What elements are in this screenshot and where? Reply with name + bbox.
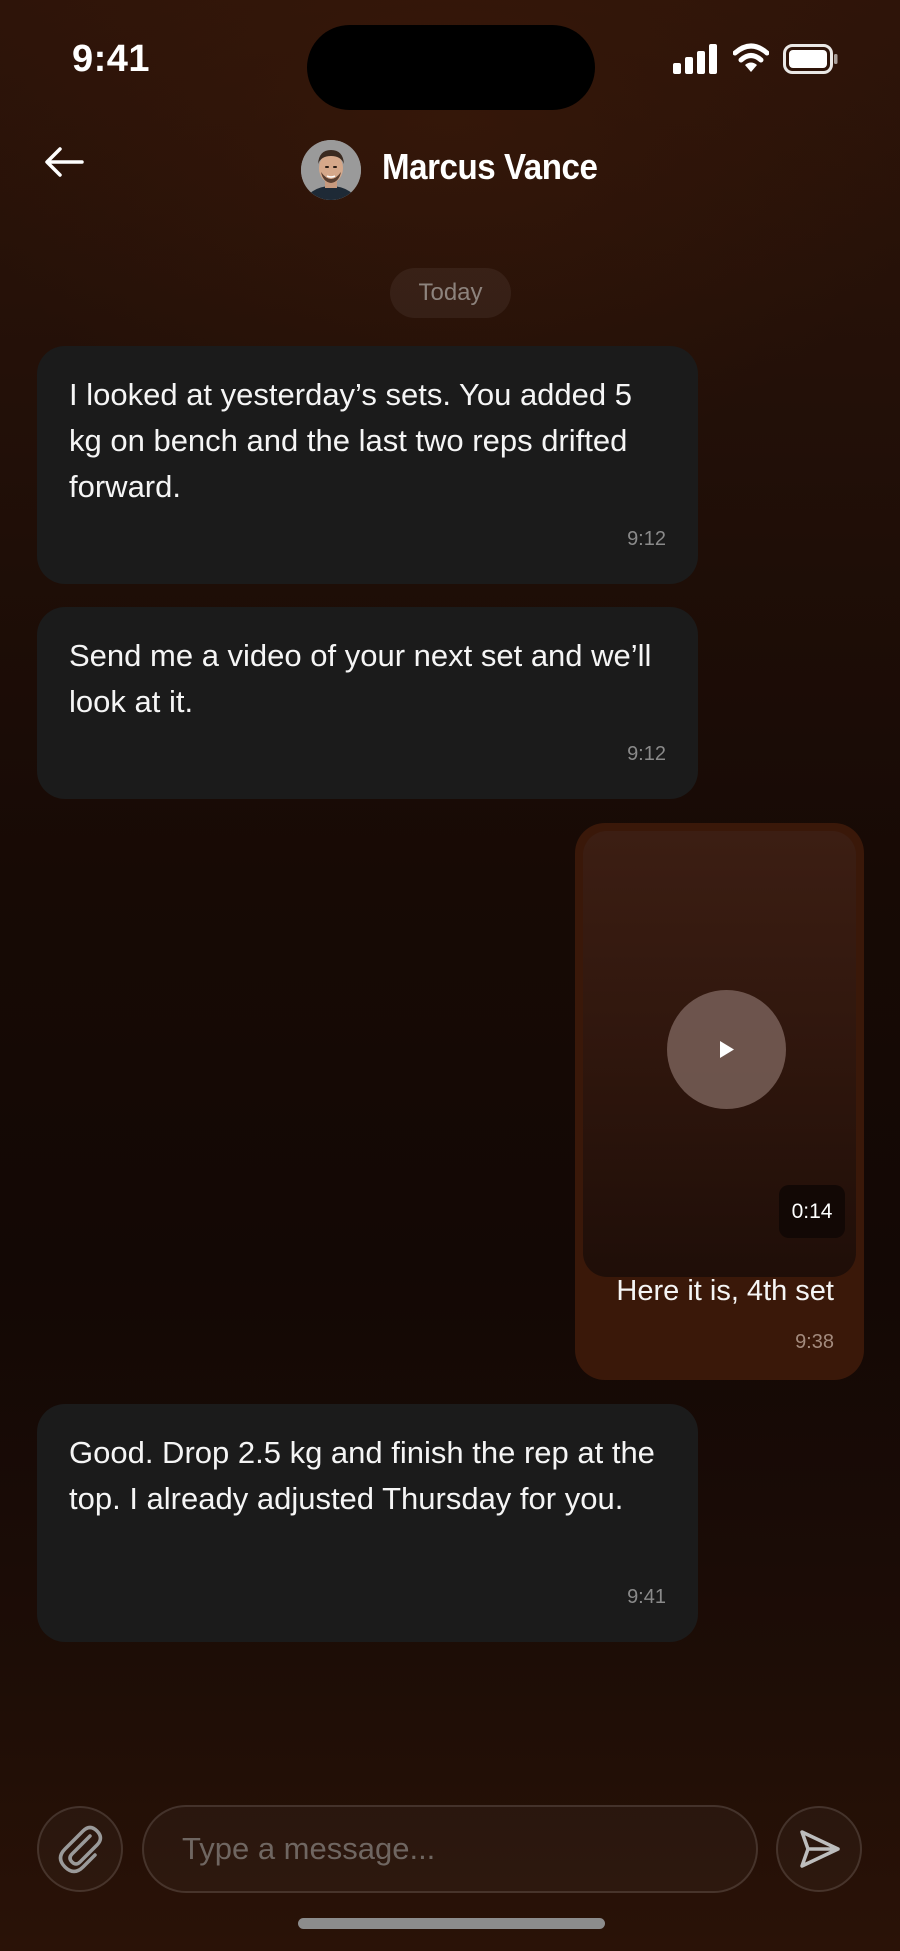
battery-icon xyxy=(783,44,839,74)
message-caption: Here it is, 4th set xyxy=(616,1275,834,1307)
message-input[interactable] xyxy=(142,1805,758,1893)
back-button[interactable] xyxy=(38,138,92,192)
message-text: I looked at yesterday’s sets. You added … xyxy=(69,377,632,504)
incoming-message-bubble[interactable]: I looked at yesterday’s sets. You added … xyxy=(37,346,698,584)
message-timestamp: 9:12 xyxy=(627,528,666,550)
paperclip-icon xyxy=(58,1825,103,1874)
send-icon xyxy=(800,1830,840,1868)
outgoing-video-message[interactable]: 0:14 Here it is, 4th set 9:38 xyxy=(575,823,864,1380)
message-text: Good. Drop 2.5 kg and finish the rep at … xyxy=(69,1435,655,1516)
dynamic-island xyxy=(307,25,595,110)
video-duration-badge: 0:14 xyxy=(779,1185,845,1238)
cellular-signal-icon xyxy=(673,44,717,74)
message-timestamp: 9:12 xyxy=(627,743,666,765)
incoming-message-bubble[interactable]: Good. Drop 2.5 kg and finish the rep at … xyxy=(37,1404,698,1642)
play-icon xyxy=(720,1041,734,1058)
status-time: 9:41 xyxy=(72,38,151,80)
send-button[interactable] xyxy=(776,1806,862,1892)
message-timestamp: 9:38 xyxy=(795,1331,834,1353)
incoming-message-bubble[interactable]: Send me a video of your next set and we’… xyxy=(37,607,698,799)
attach-button[interactable] xyxy=(37,1806,123,1892)
arrow-left-icon xyxy=(45,147,84,177)
home-indicator xyxy=(298,1918,605,1929)
message-text: Send me a video of your next set and we’… xyxy=(69,638,652,719)
date-separator: Today xyxy=(390,268,511,318)
message-timestamp: 9:41 xyxy=(627,1586,666,1608)
chat-screen: 9:41 Marcus Vance Today I looked at yest… xyxy=(0,0,900,1951)
video-thumbnail[interactable]: 0:14 xyxy=(583,831,856,1277)
contact-avatar[interactable] xyxy=(301,140,361,200)
wifi-icon xyxy=(732,42,770,74)
contact-name[interactable]: Marcus Vance xyxy=(382,146,598,188)
play-button[interactable] xyxy=(667,990,786,1109)
